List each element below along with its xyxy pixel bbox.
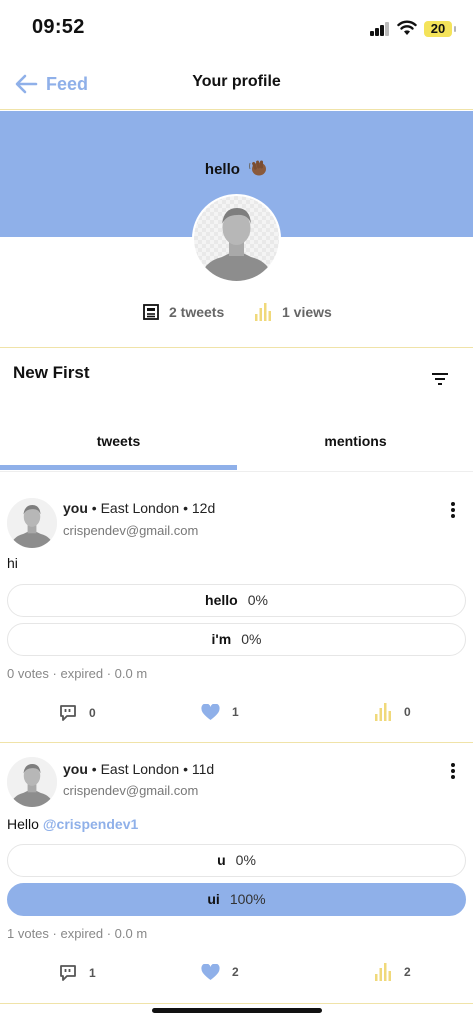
avatar-placeholder-icon <box>7 498 57 548</box>
active-tab-indicator <box>0 465 237 470</box>
page-title: Your profile <box>192 73 281 90</box>
section-divider <box>0 347 473 348</box>
tweet-age: 12d <box>191 500 216 516</box>
like-count: 2 <box>232 965 239 979</box>
like-button[interactable]: 2 <box>201 962 239 982</box>
profile-greeting: hello <box>0 159 473 178</box>
poll-meta: 1 votes · expired · 0.0 m <box>7 926 148 941</box>
waving-hand-icon <box>249 160 267 176</box>
status-bar: 09:52 20 <box>0 0 473 56</box>
cellular-signal-icon <box>370 22 390 36</box>
poll-option-percent: 0% <box>235 852 256 868</box>
poll-option-selected[interactable]: ui 100% <box>7 883 466 916</box>
comment-icon <box>60 705 76 721</box>
heart-icon <box>201 963 220 980</box>
bar-chart-icon <box>255 303 271 321</box>
avatar-placeholder-icon <box>7 757 57 807</box>
profile-avatar[interactable] <box>192 194 281 283</box>
filter-icon[interactable] <box>430 371 450 387</box>
views-stat-label: 1 views <box>282 304 332 320</box>
document-icon <box>143 304 159 320</box>
comment-button[interactable]: 1 <box>59 963 96 983</box>
profile-stats: 2 tweets 1 views <box>0 300 473 324</box>
greeting-text: hello <box>204 161 240 178</box>
like-count: 1 <box>232 705 239 719</box>
battery-icon: 20 <box>424 21 456 37</box>
views-button[interactable]: 0 <box>374 702 411 722</box>
poll-option[interactable]: u 0% <box>7 844 466 877</box>
poll-option-percent: 0% <box>241 631 262 647</box>
tweet-body: hi <box>7 555 18 571</box>
poll-option[interactable]: hello 0% <box>7 584 466 617</box>
heart-icon <box>201 703 220 720</box>
view-count: 0 <box>404 705 411 719</box>
tweet-email: crispendev@gmail.com <box>63 783 199 798</box>
mention-link[interactable]: @crispendev1 <box>43 816 138 832</box>
tweet-author[interactable]: you <box>63 500 88 516</box>
tweet-text: Hello @crispendev1 <box>7 816 138 832</box>
tweet-email: crispendev@gmail.com <box>63 523 199 538</box>
poll-option-percent: 0% <box>247 592 268 608</box>
nav-bar: Feed Your profile <box>0 56 473 110</box>
tweet-body: Hello <box>7 816 39 832</box>
like-button[interactable]: 1 <box>201 702 239 722</box>
view-count: 2 <box>404 965 411 979</box>
comment-count: 1 <box>89 966 96 980</box>
tweets-stat[interactable]: 2 tweets <box>143 300 224 324</box>
tweet-card[interactable]: you • East London • 11d crispendev@gmail… <box>0 743 473 1003</box>
tweet-header: you • East London • 11d <box>63 761 215 777</box>
avatar[interactable] <box>7 757 57 807</box>
more-vertical-icon[interactable] <box>450 763 456 779</box>
views-stat[interactable]: 1 views <box>254 300 332 324</box>
tab-mentions[interactable]: mentions <box>237 420 473 468</box>
more-vertical-icon[interactable] <box>450 502 456 518</box>
tweet-location: East London <box>100 500 180 516</box>
tweet-divider <box>0 1003 473 1004</box>
tweets-stat-label: 2 tweets <box>169 304 225 320</box>
tab-tweets[interactable]: tweets <box>0 420 237 468</box>
poll-meta: 0 votes · expired · 0.0 m <box>7 666 148 681</box>
poll-option-label: hello <box>205 592 238 608</box>
tweet-location: East London <box>100 761 180 777</box>
feed-tabs: tweets mentions <box>0 420 473 472</box>
home-indicator[interactable] <box>152 1008 322 1013</box>
bar-chart-icon <box>375 703 391 721</box>
tweet-age: 11d <box>191 761 215 777</box>
tweet-card[interactable]: you • East London • 12d crispendev@gmail… <box>0 480 473 742</box>
poll-option-label: ui <box>207 891 220 907</box>
poll-option-label: i'm <box>211 631 232 647</box>
sort-label: New First <box>13 363 90 382</box>
bar-chart-icon <box>375 963 391 981</box>
comment-button[interactable]: 0 <box>59 703 96 723</box>
tweet-text: hi <box>7 555 18 571</box>
tweet-header: you • East London • 12d <box>63 500 216 516</box>
wifi-icon <box>397 20 417 35</box>
tweet-author[interactable]: you <box>63 761 88 777</box>
avatar[interactable] <box>7 498 57 548</box>
poll-option-label: u <box>217 852 226 868</box>
avatar-placeholder-icon <box>194 196 279 281</box>
poll-option-percent: 100% <box>229 891 266 907</box>
comment-icon <box>60 965 76 981</box>
status-time: 09:52 <box>32 16 85 38</box>
views-button[interactable]: 2 <box>374 962 411 982</box>
comment-count: 0 <box>89 706 96 720</box>
poll-option[interactable]: i'm 0% <box>7 623 466 656</box>
